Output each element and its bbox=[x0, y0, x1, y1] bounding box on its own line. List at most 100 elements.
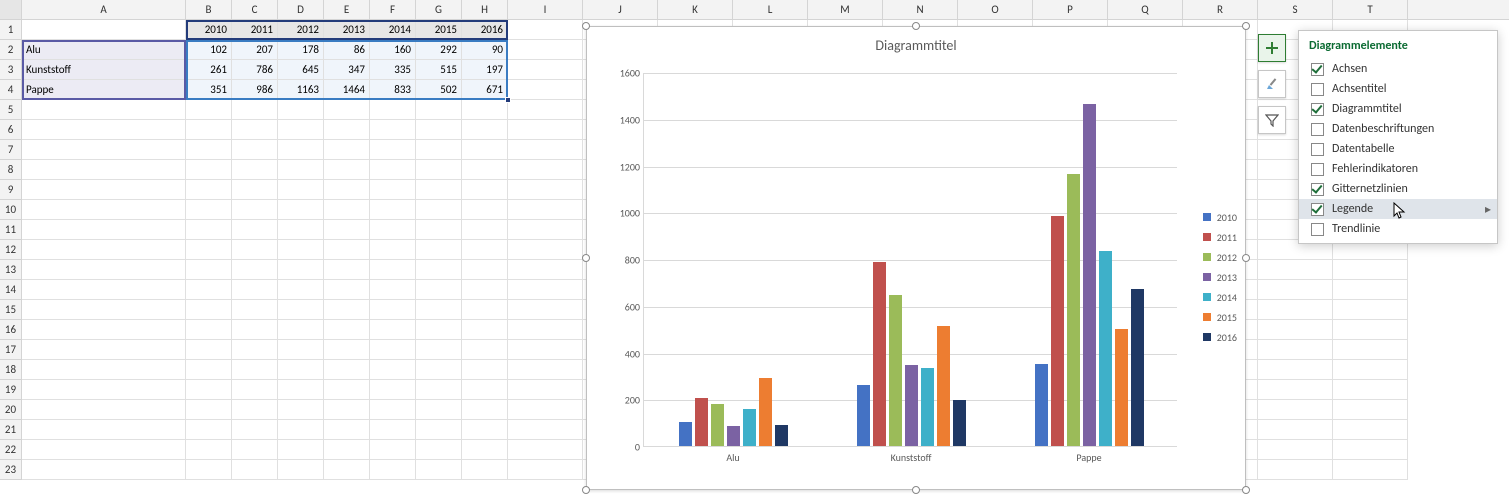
cell-D6[interactable] bbox=[278, 120, 324, 140]
cell-G17[interactable] bbox=[416, 340, 462, 360]
cell-D11[interactable] bbox=[278, 220, 324, 240]
cell-C9[interactable] bbox=[232, 180, 278, 200]
row-header-12[interactable]: 12 bbox=[0, 240, 22, 260]
cell-E15[interactable] bbox=[324, 300, 370, 320]
cell-I6[interactable] bbox=[508, 120, 583, 140]
cell-A6[interactable] bbox=[22, 120, 186, 140]
row-header-18[interactable]: 18 bbox=[0, 360, 22, 380]
fill-handle[interactable] bbox=[505, 97, 511, 103]
col-header-G[interactable]: G bbox=[416, 0, 462, 19]
row-header-16[interactable]: 16 bbox=[0, 320, 22, 340]
cell-E17[interactable] bbox=[324, 340, 370, 360]
row-header-6[interactable]: 6 bbox=[0, 120, 22, 140]
cell-F7[interactable] bbox=[370, 140, 416, 160]
cell-A2[interactable]: Alu bbox=[22, 40, 186, 60]
cell-I1[interactable] bbox=[508, 20, 583, 40]
flyout-item-trendlinie[interactable]: Trendlinie bbox=[1299, 219, 1497, 239]
embedded-chart[interactable]: Diagrammtitel 02004006008001000120014001… bbox=[586, 26, 1246, 490]
cell-B12[interactable] bbox=[186, 240, 232, 260]
cell-I4[interactable] bbox=[508, 80, 583, 100]
flyout-item-datentabelle[interactable]: Datentabelle bbox=[1299, 139, 1497, 159]
row-header-14[interactable]: 14 bbox=[0, 280, 22, 300]
cell-F8[interactable] bbox=[370, 160, 416, 180]
row-header-19[interactable]: 19 bbox=[0, 380, 22, 400]
bar-Kunststoff-2012[interactable] bbox=[889, 295, 902, 446]
bar-Pappe-2014[interactable] bbox=[1099, 251, 1112, 446]
cell-S22[interactable] bbox=[1258, 440, 1333, 460]
cell-A17[interactable] bbox=[22, 340, 186, 360]
cell-H13[interactable] bbox=[462, 260, 508, 280]
resize-handle-br[interactable] bbox=[1242, 486, 1250, 494]
cell-I18[interactable] bbox=[508, 360, 583, 380]
cell-H11[interactable] bbox=[462, 220, 508, 240]
col-header-R[interactable]: R bbox=[1183, 0, 1258, 19]
cell-G10[interactable] bbox=[416, 200, 462, 220]
select-all-corner[interactable] bbox=[0, 0, 22, 19]
cell-G8[interactable] bbox=[416, 160, 462, 180]
cell-H17[interactable] bbox=[462, 340, 508, 360]
bar-Alu-2014[interactable] bbox=[743, 409, 756, 446]
bar-Kunststoff-2016[interactable] bbox=[953, 400, 966, 446]
cell-I17[interactable] bbox=[508, 340, 583, 360]
col-header-I[interactable]: I bbox=[508, 0, 583, 19]
col-header-A[interactable]: A bbox=[22, 0, 186, 19]
row-header-2[interactable]: 2 bbox=[0, 40, 22, 60]
legend-item-2010[interactable]: 2010 bbox=[1203, 207, 1237, 227]
cell-E21[interactable] bbox=[324, 420, 370, 440]
cell-D4[interactable]: 1163 bbox=[278, 80, 324, 100]
cell-H3[interactable]: 197 bbox=[462, 60, 508, 80]
cell-G12[interactable] bbox=[416, 240, 462, 260]
col-header-C[interactable]: C bbox=[232, 0, 278, 19]
cell-E9[interactable] bbox=[324, 180, 370, 200]
cell-A21[interactable] bbox=[22, 420, 186, 440]
cell-I11[interactable] bbox=[508, 220, 583, 240]
cell-S18[interactable] bbox=[1258, 360, 1333, 380]
cell-B7[interactable] bbox=[186, 140, 232, 160]
cell-E5[interactable] bbox=[324, 100, 370, 120]
cell-C5[interactable] bbox=[232, 100, 278, 120]
cell-C2[interactable]: 207 bbox=[232, 40, 278, 60]
cell-B4[interactable]: 351 bbox=[186, 80, 232, 100]
cell-A3[interactable]: Kunststoff bbox=[22, 60, 186, 80]
cell-A16[interactable] bbox=[22, 320, 186, 340]
cell-E4[interactable]: 1464 bbox=[324, 80, 370, 100]
cell-S15[interactable] bbox=[1258, 300, 1333, 320]
cell-H22[interactable] bbox=[462, 440, 508, 460]
resize-handle-tl[interactable] bbox=[582, 22, 590, 30]
row-header-8[interactable]: 8 bbox=[0, 160, 22, 180]
cell-B14[interactable] bbox=[186, 280, 232, 300]
cell-I13[interactable] bbox=[508, 260, 583, 280]
row-header-1[interactable]: 1 bbox=[0, 20, 22, 40]
bar-Alu-2013[interactable] bbox=[727, 426, 740, 446]
cell-H2[interactable]: 90 bbox=[462, 40, 508, 60]
cell-I12[interactable] bbox=[508, 240, 583, 260]
cell-H1[interactable]: 2016 bbox=[462, 20, 508, 40]
cell-A19[interactable] bbox=[22, 380, 186, 400]
cell-B19[interactable] bbox=[186, 380, 232, 400]
checkbox-icon[interactable] bbox=[1311, 203, 1324, 216]
cell-S14[interactable] bbox=[1258, 280, 1333, 300]
cell-E22[interactable] bbox=[324, 440, 370, 460]
col-header-L[interactable]: L bbox=[733, 0, 808, 19]
cell-G6[interactable] bbox=[416, 120, 462, 140]
cell-H19[interactable] bbox=[462, 380, 508, 400]
cell-T18[interactable] bbox=[1333, 360, 1408, 380]
cell-C14[interactable] bbox=[232, 280, 278, 300]
cell-A1[interactable] bbox=[22, 20, 186, 40]
cell-C16[interactable] bbox=[232, 320, 278, 340]
cell-A11[interactable] bbox=[22, 220, 186, 240]
cell-C20[interactable] bbox=[232, 400, 278, 420]
bar-Alu-2011[interactable] bbox=[695, 398, 708, 446]
cell-H7[interactable] bbox=[462, 140, 508, 160]
chart-elements-button[interactable] bbox=[1258, 34, 1286, 62]
cell-H21[interactable] bbox=[462, 420, 508, 440]
legend-item-2014[interactable]: 2014 bbox=[1203, 287, 1237, 307]
cell-I15[interactable] bbox=[508, 300, 583, 320]
cell-H6[interactable] bbox=[462, 120, 508, 140]
row-header-21[interactable]: 21 bbox=[0, 420, 22, 440]
cell-G7[interactable] bbox=[416, 140, 462, 160]
cell-E13[interactable] bbox=[324, 260, 370, 280]
cell-E20[interactable] bbox=[324, 400, 370, 420]
bar-Pappe-2013[interactable] bbox=[1083, 104, 1096, 446]
bar-Pappe-2015[interactable] bbox=[1115, 329, 1128, 446]
